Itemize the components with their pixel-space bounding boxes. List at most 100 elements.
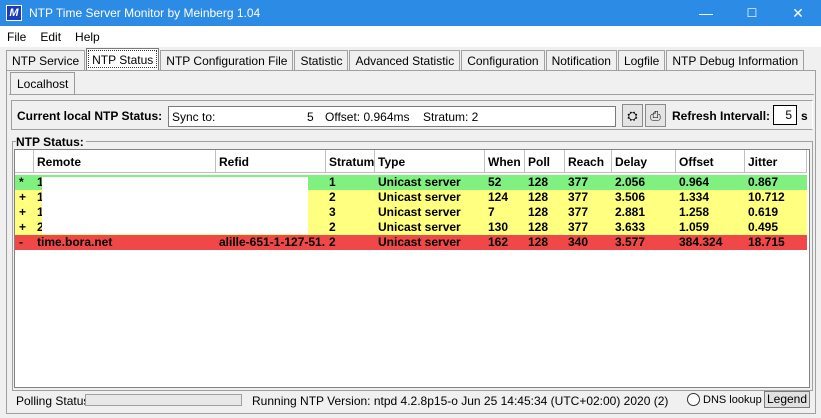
print-button[interactable]: ⎙	[645, 104, 666, 127]
window-title: NTP Time Server Monitor by Meinberg 1.04	[29, 6, 261, 20]
tab-ntp-configuration-file[interactable]: NTP Configuration File	[160, 50, 294, 70]
refresh-unit: s	[801, 109, 808, 123]
column-delay[interactable]: Delay	[612, 150, 676, 173]
column-type[interactable]: Type	[375, 150, 485, 173]
cell-type: Unicast server	[378, 175, 461, 189]
cell-stratum: 2	[329, 220, 336, 234]
tab-localhost[interactable]: Localhost	[10, 72, 76, 94]
cell-flag: +	[19, 190, 27, 204]
app-icon: M	[6, 5, 22, 21]
cell-poll: 128	[528, 205, 549, 219]
sync-to-text: Sync to:	[172, 109, 216, 124]
cell-when: 7	[488, 205, 495, 219]
cell-delay: 2.056	[615, 175, 646, 189]
cell-flag: *	[19, 175, 24, 189]
refresh-interval-label: Refresh Intervall:	[672, 109, 771, 123]
cell-flag: +	[19, 220, 27, 234]
legend-button[interactable]: Legend	[764, 391, 810, 408]
printer-icon: ⎙	[650, 107, 661, 123]
sync-to-value: 5	[307, 109, 314, 124]
column-remote[interactable]: Remote	[34, 150, 216, 173]
cell-offset: 384.324	[679, 235, 723, 249]
cell-reach: 377	[568, 205, 589, 219]
cell-flag: +	[19, 205, 27, 219]
tab-configuration[interactable]: Configuration	[461, 50, 545, 70]
minimize-button[interactable]: —	[683, 0, 729, 26]
cell-type: Unicast server	[378, 235, 461, 249]
tab-ntp-debug-information[interactable]: NTP Debug Information	[666, 50, 805, 70]
cell-remote: time.bora.net	[37, 235, 113, 249]
cell-refid: alille-651-1-127-51.	[219, 235, 325, 249]
ntp-version-text: Running NTP Version: ntpd 4.2.8p15-o Jun…	[252, 394, 669, 408]
column-flag[interactable]	[15, 150, 34, 173]
column-reach[interactable]: Reach	[565, 150, 612, 173]
tab-ntp-service[interactable]: NTP Service	[6, 50, 86, 70]
cell-type: Unicast server	[378, 220, 461, 234]
cell-poll: 128	[528, 235, 549, 249]
stratum-text: Stratum: 2	[423, 109, 479, 124]
tab-statistic[interactable]: Statistic	[294, 50, 349, 70]
close-button[interactable]: ✕	[775, 0, 821, 26]
cell-reach: 377	[568, 190, 589, 204]
refresh-interval-input[interactable]: 5	[773, 105, 797, 125]
cell-poll: 128	[528, 220, 549, 234]
title-bar: M NTP Time Server Monitor by Meinberg 1.…	[0, 0, 821, 26]
cell-delay: 3.577	[615, 235, 646, 249]
dns-lookup-label: DNS lookup	[703, 394, 762, 406]
cell-jitter: 0.867	[748, 175, 779, 189]
polling-progress-bar	[85, 394, 242, 406]
cell-reach: 377	[568, 175, 589, 189]
current-status-field: Sync to: 5 Offset: 0.964ms Stratum: 2	[168, 106, 616, 127]
column-when[interactable]: When	[485, 150, 525, 173]
column-jitter[interactable]: Jitter	[745, 150, 807, 173]
ntp-status-group-label: NTP Status:	[16, 135, 86, 149]
cell-jitter: 0.619	[748, 205, 779, 219]
menu-file[interactable]: File	[0, 30, 33, 44]
cell-offset: 1.258	[679, 205, 710, 219]
cell-stratum: 2	[329, 235, 336, 249]
menu-bar: File Edit Help	[0, 26, 821, 47]
peer-row[interactable]: - time.bora.net alille-651-1-127-51. 2 Unica…	[15, 235, 807, 250]
cell-stratum: 3	[329, 205, 336, 219]
tab-ntp-status[interactable]: NTP Status	[86, 48, 160, 70]
maximize-button[interactable]: ☐	[729, 0, 775, 26]
column-poll[interactable]: Poll	[525, 150, 565, 173]
cell-jitter: 0.495	[748, 220, 779, 234]
clock-sync-icon: ⛭	[627, 107, 638, 123]
column-refid[interactable]: Refid	[216, 150, 326, 173]
tab-logfile[interactable]: Logfile	[617, 50, 666, 70]
cell-stratum: 2	[329, 190, 336, 204]
cell-type: Unicast server	[378, 205, 461, 219]
cell-jitter: 10.712	[748, 190, 785, 204]
main-tabs: NTP Service NTP Status NTP Configuration…	[6, 48, 805, 70]
cell-delay: 3.633	[615, 220, 646, 234]
cell-poll: 128	[528, 175, 549, 189]
cell-offset: 0.964	[679, 175, 710, 189]
cell-stratum: 1	[329, 175, 336, 189]
cell-when: 124	[488, 190, 509, 204]
cell-type: Unicast server	[378, 190, 461, 204]
tab-advanced-statistic[interactable]: Advanced Statistic	[349, 50, 461, 70]
redacted-area	[42, 177, 308, 234]
current-status-label: Current local NTP Status:	[17, 109, 163, 123]
cell-when: 162	[488, 235, 509, 249]
menu-edit[interactable]: Edit	[33, 30, 68, 44]
cell-delay: 3.506	[615, 190, 646, 204]
cell-when: 130	[488, 220, 509, 234]
cell-offset: 1.334	[679, 190, 710, 204]
cell-flag: -	[19, 235, 23, 249]
menu-help[interactable]: Help	[68, 30, 107, 44]
column-offset[interactable]: Offset	[676, 150, 745, 173]
cell-when: 52	[488, 175, 502, 189]
dns-lookup-radio[interactable]	[687, 393, 700, 406]
cell-reach: 340	[568, 235, 589, 249]
cell-jitter: 18.715	[748, 235, 785, 249]
column-stratum[interactable]: Stratum	[326, 150, 375, 173]
polling-status-label: Polling Status:	[16, 394, 93, 408]
cell-poll: 128	[528, 190, 549, 204]
offset-text: Offset: 0.964ms	[325, 109, 410, 124]
clock-sync-button[interactable]: ⛭	[622, 104, 643, 127]
cell-offset: 1.059	[679, 220, 710, 234]
cell-reach: 377	[568, 220, 589, 234]
tab-notification[interactable]: Notification	[545, 50, 617, 70]
